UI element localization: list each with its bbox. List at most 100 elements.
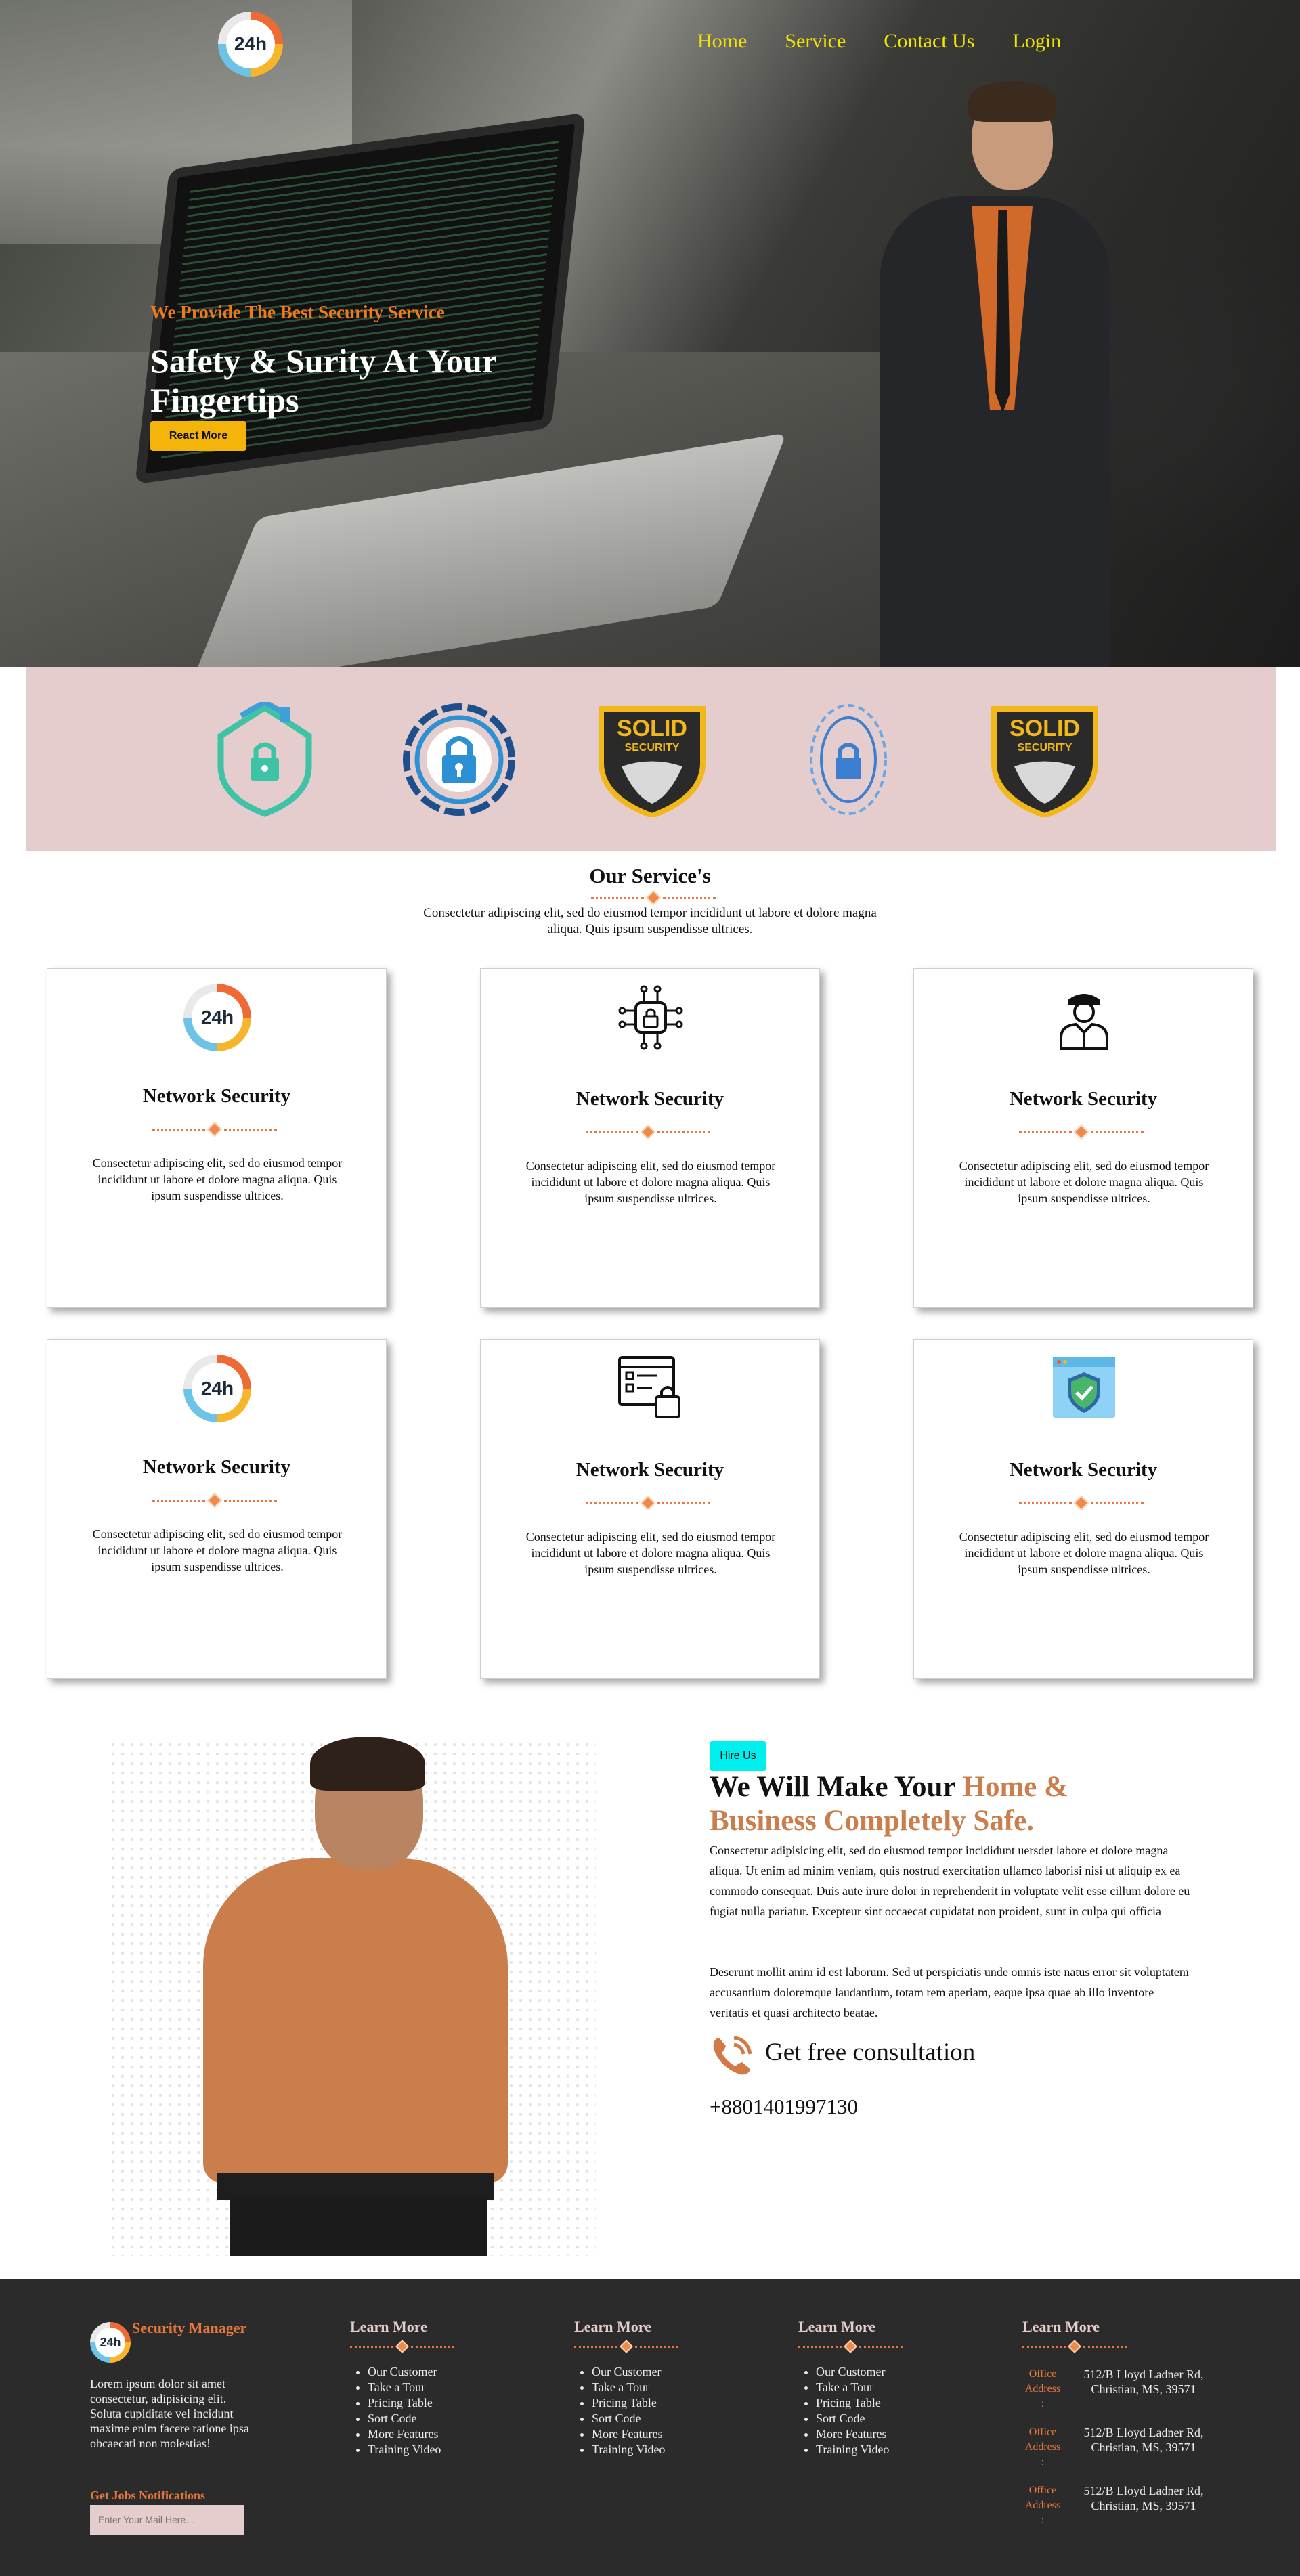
footer-column-title: Learn More (574, 2318, 651, 2335)
footer-column-title: Learn More (798, 2318, 875, 2335)
footer-link[interactable]: Our Customer (816, 2364, 903, 2380)
service-card-text: Consectetur adipiscing elit, sed do eius… (92, 1527, 343, 1573)
logo-text: 24h (234, 33, 267, 54)
footer-link[interactable]: Sort Code (816, 2411, 903, 2426)
browser-shield-icon (1053, 1357, 1115, 1418)
service-card-title: Network Security (576, 1088, 724, 1110)
footer-link[interactable]: More Features (368, 2426, 454, 2442)
house-lock-icon (217, 702, 312, 817)
service-card[interactable]: Network Security Consectetur adipiscing … (480, 1339, 820, 1679)
nav-contact-us[interactable]: Contact Us (884, 30, 974, 53)
section-divider (591, 890, 716, 906)
service-card[interactable]: 24h Network Security Consectetur adipisc… (47, 968, 387, 1308)
office-address-value: 512/B Lloyd Ladner Rd, Christian, MS, 39… (1083, 2367, 1204, 2396)
service-card-title: Network Security (142, 1456, 291, 1478)
read-more-button[interactable]: React More (150, 421, 246, 451)
phone-number[interactable]: +8801401997130 (710, 2095, 858, 2119)
card-divider (586, 1495, 710, 1511)
security-guard-icon (1060, 994, 1108, 1050)
security-guard-image (853, 81, 1124, 667)
consultation-text: Get free consultation (765, 2038, 976, 2066)
footer-address-column: Learn More Office Address : 512/B Lloyd … (1022, 2318, 1215, 2528)
footer-column: Learn More Our Customer Take a Tour Pric… (574, 2318, 678, 2458)
badge-security-text: SECURITY (625, 742, 680, 754)
service-card-text: Consectetur adipiscing elit, sed do eius… (92, 1156, 343, 1202)
badge-solid-text: SOLID (617, 716, 687, 741)
footer-divider (574, 2340, 678, 2353)
service-card[interactable]: Network Security Consectetur adipiscing … (480, 968, 820, 1308)
footer-link[interactable]: Take a Tour (592, 2380, 678, 2395)
footer-column-title: Learn More (1022, 2318, 1100, 2335)
badge-solid-text: SOLID (1010, 716, 1080, 741)
checklist-lock-icon (618, 1356, 680, 1418)
footer-link[interactable]: Take a Tour (368, 2380, 454, 2395)
service-card-text: Consectetur adipiscing elit, sed do eius… (525, 1530, 776, 1576)
footer-column-title: Learn More (350, 2318, 427, 2335)
hero-subtitle: We Provide The Best Security Service (150, 302, 445, 322)
fingerprint-lock-icon (403, 703, 515, 816)
footer-link[interactable]: Our Customer (368, 2364, 454, 2380)
service-card-text: Consectetur adipiscing elit, sed do eius… (959, 1159, 1209, 1205)
office-address-value: 512/B Lloyd Ladner Rd, Christian, MS, 39… (1083, 2426, 1204, 2454)
page: 24h Home Service Contact Us Login We Pro… (0, 0, 1300, 2576)
solid-security-badge-icon: SOLID SECURITY (599, 706, 706, 817)
circuit-lock-icon (618, 985, 683, 1050)
footer-about: Lorem ipsum dolor sit amet consectetur, … (90, 2377, 249, 2450)
services-description: Consectetur adipiscing elit, sed do eius… (423, 906, 877, 936)
24h-icon: 24h (183, 984, 251, 1051)
nav-service[interactable]: Service (785, 30, 846, 53)
footer-link[interactable]: Our Customer (592, 2364, 678, 2380)
footer-link[interactable]: Training Video (816, 2442, 903, 2458)
brand-logo[interactable]: 24h (218, 12, 283, 77)
hire-title-plain: We Will Make Your (710, 1771, 963, 1803)
footer: 24h Security Manager Lorem ipsum dolor s… (0, 2279, 1300, 2576)
security-officer-image (108, 1737, 596, 2256)
hero-section: 24h Home Service Contact Us Login We Pro… (0, 0, 1300, 667)
footer-logo[interactable]: 24h (90, 2322, 131, 2363)
footer-link[interactable]: Pricing Table (592, 2395, 678, 2411)
footer-column: Learn More Our Customer Take a Tour Pric… (798, 2318, 903, 2458)
service-card[interactable]: Network Security Consectetur adipiscing … (913, 1339, 1253, 1679)
footer-link[interactable]: Take a Tour (816, 2380, 903, 2395)
jobs-notification-label: Get Jobs Notifications (90, 2489, 205, 2502)
service-card-title: Network Security (142, 1085, 291, 1107)
service-card-text: Consectetur adipiscing elit, sed do eius… (959, 1530, 1209, 1576)
badge-security-text: SECURITY (1018, 742, 1072, 754)
footer-divider (798, 2340, 903, 2353)
office-address: Office Address : 512/B Lloyd Ladner Rd, … (1022, 2425, 1215, 2470)
footer-link[interactable]: Training Video (592, 2442, 678, 2458)
service-card-title: Network Security (1009, 1459, 1158, 1481)
office-address-label: Office Address : (1024, 2485, 1061, 2526)
footer-link[interactable]: Sort Code (368, 2411, 454, 2426)
office-address-value: 512/B Lloyd Ladner Rd, Christian, MS, 39… (1083, 2484, 1204, 2512)
hero-title: Safety & Surity At Your Fingertips (150, 342, 497, 419)
office-address: Office Address : 512/B Lloyd Ladner Rd, … (1022, 2483, 1215, 2528)
footer-link[interactable]: Pricing Table (368, 2395, 454, 2411)
footer-link[interactable]: Sort Code (592, 2411, 678, 2426)
nav-home[interactable]: Home (697, 30, 747, 53)
hire-paragraph-2: Deserunt mollit anim id est laborum. Sed… (710, 1965, 1189, 2020)
footer-divider (1022, 2340, 1215, 2353)
footer-brand-name: Security Manager (132, 2319, 247, 2336)
card-divider (1019, 1124, 1144, 1140)
footer-link[interactable]: More Features (592, 2426, 678, 2442)
hire-paragraph-1: Consectetur adipisicing elit, sed do eiu… (710, 1843, 1190, 1918)
service-card-title: Network Security (1009, 1088, 1158, 1110)
office-address: Office Address : 512/B Lloyd Ladner Rd, … (1022, 2367, 1215, 2411)
footer-link[interactable]: Pricing Table (816, 2395, 903, 2411)
service-card[interactable]: Network Security Consectetur adipiscing … (913, 968, 1253, 1308)
service-card[interactable]: 24h Network Security Consectetur adipisc… (47, 1339, 387, 1679)
office-address-label: Office Address : (1024, 2426, 1061, 2468)
footer-link[interactable]: More Features (816, 2426, 903, 2442)
email-field[interactable] (90, 2505, 244, 2535)
card-divider (152, 1492, 277, 1508)
nav-login[interactable]: Login (1012, 30, 1061, 53)
24h-icon: 24h (183, 1355, 251, 1422)
card-divider (586, 1124, 710, 1140)
fingerprint-circle-icon (810, 704, 887, 815)
main-nav: Home Service Contact Us Login (697, 30, 1061, 53)
footer-link[interactable]: Training Video (368, 2442, 454, 2458)
hire-us-badge[interactable]: Hire Us (710, 1741, 766, 1771)
office-address-label: Office Address : (1024, 2368, 1061, 2409)
hire-title: We Will Make Your Home & Business Comple… (710, 1770, 1129, 1838)
